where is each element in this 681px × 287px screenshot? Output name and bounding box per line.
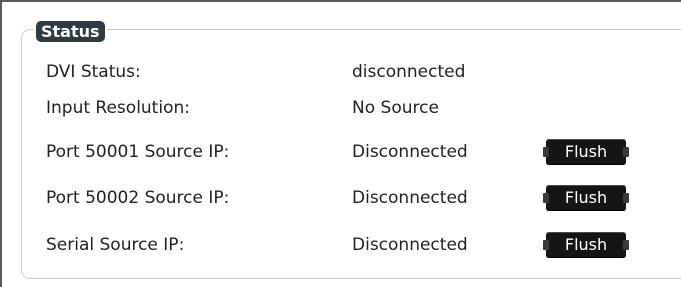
port-50001-flush-button[interactable]: Flush — [543, 139, 629, 165]
port-50002-source-ip-label: Port 50002 Source IP: — [46, 188, 230, 208]
status-legend: Status — [36, 21, 105, 42]
port-50001-source-ip-value: Disconnected — [352, 142, 468, 162]
serial-flush-button[interactable]: Flush — [543, 232, 629, 258]
status-panel-frame: Status DVI Status: disconnected Input Re… — [0, 0, 681, 287]
port-50001-source-ip-label: Port 50001 Source IP: — [46, 142, 230, 162]
dvi-status-label: DVI Status: — [46, 62, 141, 82]
serial-source-ip-label: Serial Source IP: — [46, 235, 185, 255]
port-50002-flush-button[interactable]: Flush — [543, 185, 629, 211]
serial-source-ip-value: Disconnected — [352, 235, 468, 255]
port-50002-source-ip-value: Disconnected — [352, 188, 468, 208]
input-resolution-value: No Source — [352, 98, 439, 118]
input-resolution-label: Input Resolution: — [46, 98, 190, 118]
dvi-status-value: disconnected — [352, 62, 466, 82]
